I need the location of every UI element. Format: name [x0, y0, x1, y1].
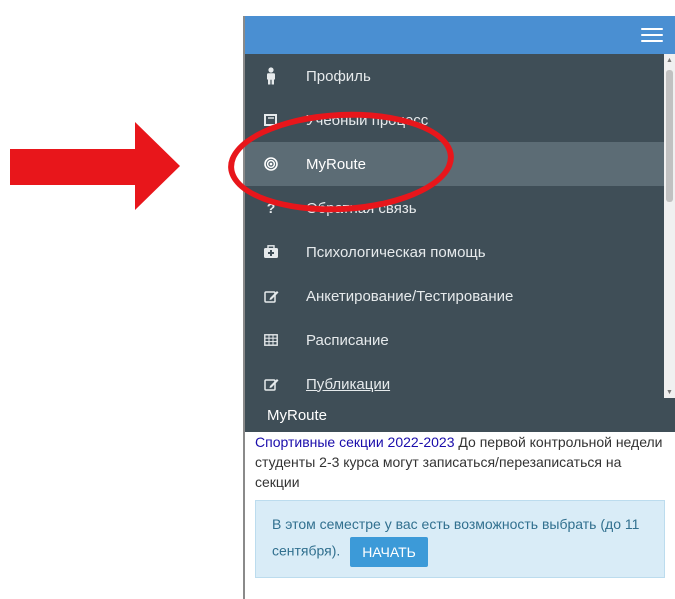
nav-label: Психологическая помощь [306, 243, 486, 261]
table-icon [260, 329, 282, 351]
info-box: В этом семестре у вас есть возможность в… [255, 500, 665, 578]
main-content: Спортивные секции 2022-2023 До первой ко… [255, 432, 665, 578]
nav-item-psychological-help[interactable]: Психологическая помощь [245, 230, 664, 274]
nav-label: Учебный процесс [306, 111, 429, 129]
scroll-thumb[interactable] [666, 70, 673, 202]
top-bar [245, 16, 675, 54]
announcement: Спортивные секции 2022-2023 До первой ко… [255, 432, 665, 492]
section-title: MyRoute [245, 398, 675, 432]
nav-label: Публикации [306, 375, 391, 393]
info-text: В этом семестре у вас есть возможность в… [272, 516, 640, 559]
edit-icon [260, 373, 282, 395]
nav-item-publications[interactable]: Публикации [245, 362, 664, 398]
scroll-down-icon[interactable]: ▼ [664, 386, 675, 398]
target-icon [260, 153, 282, 175]
question-icon: ? [266, 200, 276, 216]
nav-scrollbar[interactable]: ▲ ▼ [664, 54, 675, 398]
nav-item-myroute[interactable]: MyRoute [245, 142, 664, 186]
edit-icon [260, 285, 282, 307]
scroll-up-icon[interactable]: ▲ [664, 54, 675, 66]
start-button[interactable]: НАЧАТЬ [350, 537, 428, 567]
nav-list: Профиль Учебный процесс MyRoute ? Обратн… [245, 54, 664, 398]
nav-item-profile[interactable]: Профиль [245, 54, 664, 98]
nav-label: MyRoute [306, 155, 367, 173]
nav-item-learning[interactable]: Учебный процесс [245, 98, 664, 142]
mobile-panel: Профиль Учебный процесс MyRoute ? Обратн… [243, 16, 675, 599]
nav-item-surveys[interactable]: Анкетирование/Тестирование [245, 274, 664, 318]
book-icon [260, 109, 282, 131]
hamburger-menu-icon[interactable] [641, 24, 663, 44]
nav-item-feedback[interactable]: ? Обратная связь [245, 186, 664, 230]
person-icon [260, 65, 282, 87]
medkit-icon [260, 241, 282, 263]
nav-label: Расписание [306, 331, 389, 349]
sports-sections-link[interactable]: Спортивные секции 2022-2023 [255, 434, 455, 450]
nav-item-schedule[interactable]: Расписание [245, 318, 664, 362]
nav-label: Профиль [306, 67, 371, 85]
nav-label: Обратная связь [306, 199, 417, 217]
side-navigation: Профиль Учебный процесс MyRoute ? Обратн… [245, 54, 675, 398]
nav-label: Анкетирование/Тестирование [306, 287, 514, 305]
